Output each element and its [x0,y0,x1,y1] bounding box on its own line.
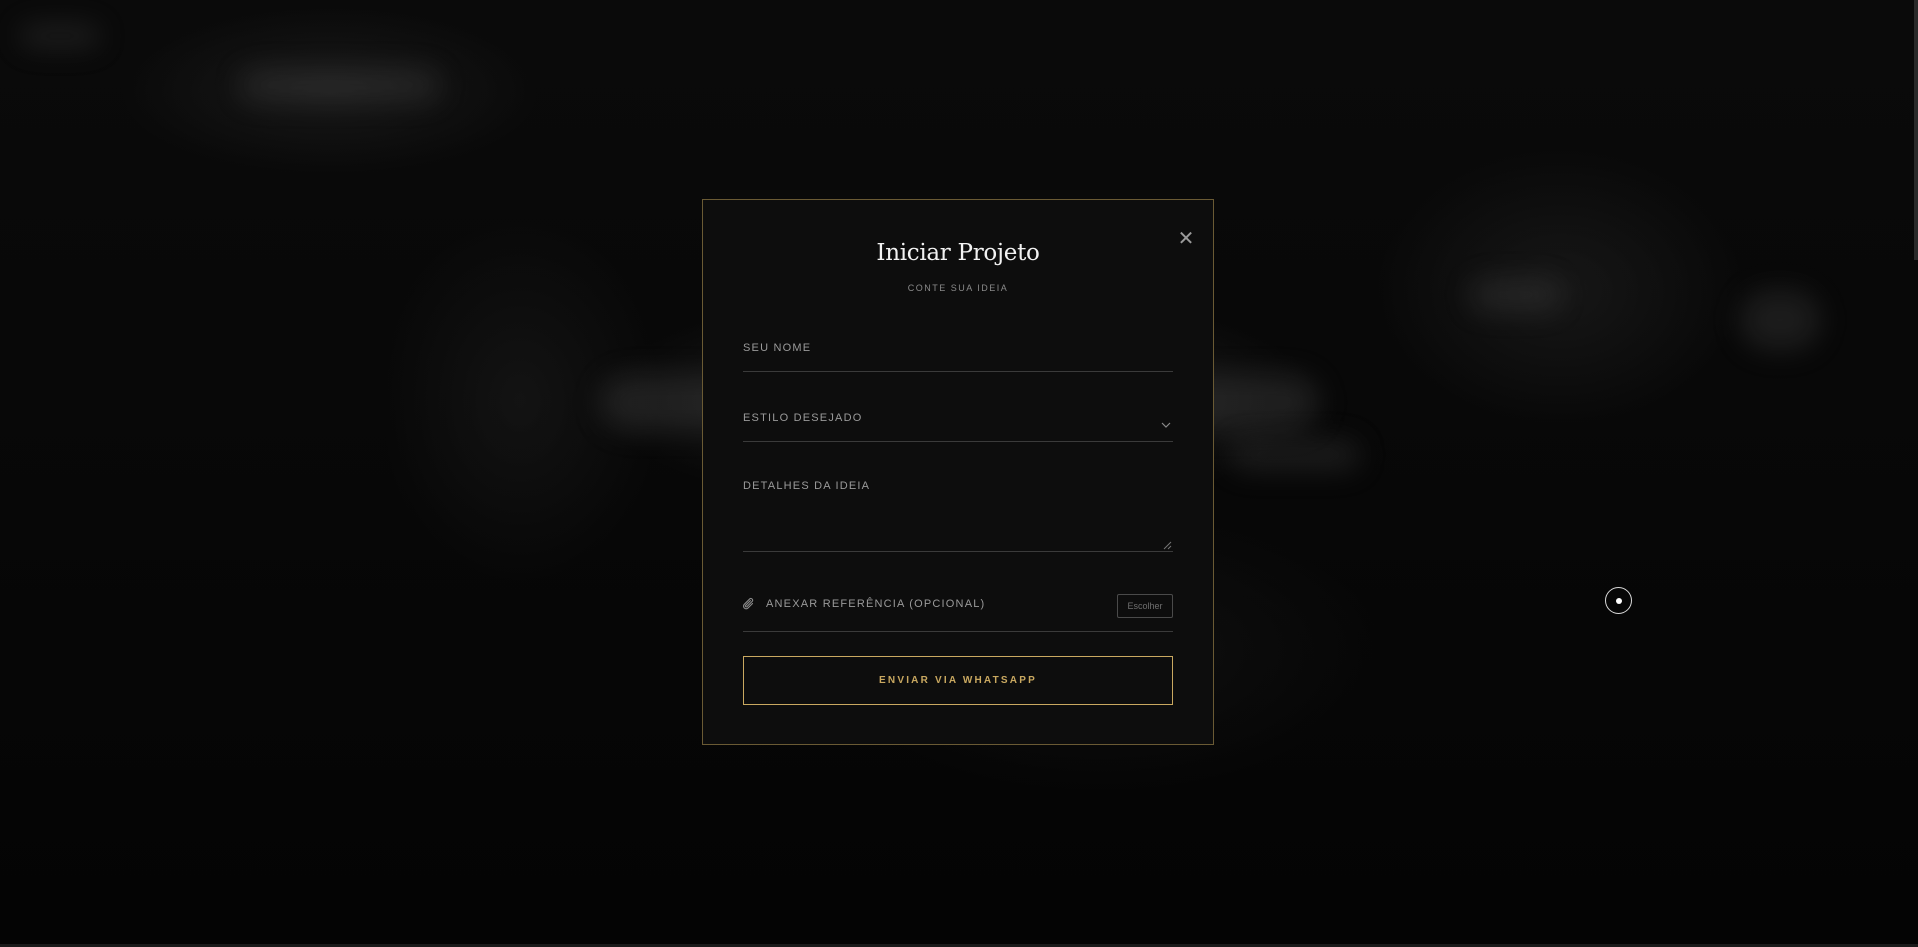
style-placeholder: ESTILO DESEJADO [743,412,863,424]
modal-title: Iniciar Projeto [876,240,1040,266]
name-placeholder: SEU NOME [743,342,812,354]
scrollbar-thumb[interactable] [1914,0,1918,260]
send-whatsapp-button[interactable]: ENVIAR VIA WHATSAPP [743,656,1173,705]
name-field[interactable]: SEU NOME [743,312,1173,372]
background-blur-shape [1470,280,1560,310]
details-textarea[interactable]: DETALHES DA IDEIA [743,452,1173,552]
attach-label: ANEXAR REFERÊNCIA (OPCIONAL) [766,598,986,610]
choose-file-button[interactable]: Escolher [1117,594,1173,618]
attach-reference-field: ANEXAR REFERÊNCIA (OPCIONAL) Escolher [743,572,1173,632]
background-blur-shape [1230,440,1360,470]
background-blur-shape [20,25,100,47]
background-blur-shape [1740,290,1820,350]
background-blur-shape [240,70,440,100]
custom-cursor-dot [1616,598,1622,604]
details-placeholder: DETALHES DA IDEIA [743,480,871,492]
chevron-down-icon [1161,422,1171,428]
modal-subtitle: CONTE SUA IDEIA [907,283,1009,293]
start-project-modal: ✕ Iniciar Projeto CONTE SUA IDEIA SEU NO… [702,199,1214,745]
paperclip-icon [743,597,754,610]
style-select[interactable]: ESTILO DESEJADO [743,382,1173,442]
resize-grip-icon[interactable] [1163,541,1172,550]
